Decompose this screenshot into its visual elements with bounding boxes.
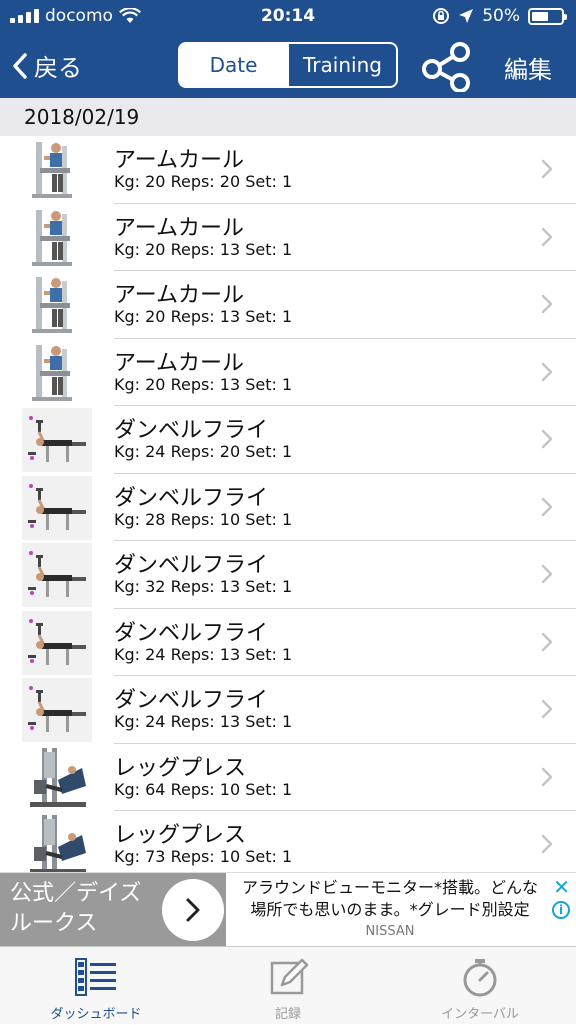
exercise-thumbnail [22,138,92,202]
exercise-detail: Kg: 24 Reps: 20 Set: 1 [114,442,293,461]
share-icon [422,42,470,93]
chevron-right-icon [541,294,553,314]
location-arrow-icon [459,9,474,23]
exercise-thumbnail [22,543,92,607]
chevron-right-icon [541,429,553,449]
edit-button[interactable]: 編集 [504,50,552,85]
stopwatch-icon [463,959,497,997]
back-label: 戻る [34,54,82,82]
exercise-thumbnail [22,206,92,270]
ad-open-button[interactable] [162,879,224,941]
list-item[interactable]: アームカール Kg: 20 Reps: 13 Set: 1 [0,271,576,339]
list-item[interactable]: ダンベルフライ Kg: 32 Reps: 13 Set: 1 [0,541,576,609]
list-item[interactable]: ダンベルフライ Kg: 24 Reps: 20 Set: 1 [0,406,576,474]
exercise-name: アームカール [114,215,245,241]
exercise-detail: Kg: 32 Reps: 13 Set: 1 [114,577,293,596]
pencil-note-icon [270,958,309,995]
list-item[interactable]: アームカール Kg: 20 Reps: 20 Set: 1 [0,136,576,204]
ad-text-line2: 場所でも思いのまま。*グレード別設定 [250,900,530,919]
chevron-right-icon [541,767,553,786]
exercise-thumbnail [22,678,92,742]
list-item[interactable]: ダンベルフライ Kg: 24 Reps: 13 Set: 1 [0,609,576,676]
exercise-detail: Kg: 20 Reps: 13 Set: 1 [114,239,293,259]
chevron-right-icon [186,898,200,922]
orientation-lock-icon [433,8,450,24]
exercise-detail: Kg: 20 Reps: 20 Set: 1 [114,172,293,191]
section-header-date: 2018/02/19 [0,98,576,136]
battery-icon [528,7,567,25]
share-button[interactable] [418,40,476,93]
battery-percent: 50% [482,6,520,26]
exercise-thumbnail [22,408,92,472]
chevron-right-icon [541,159,553,179]
ad-text-line1: アラウンドビューモニター*搭載。どんな [241,878,538,897]
chevron-right-icon [541,564,553,584]
tab-interval[interactable]: インターバル [384,947,576,1025]
exercise-name: ダンベルフライ [114,620,269,646]
workout-list: アームカール Kg: 20 Reps: 20 Set: 1 アームカール Kg: 20… [0,136,576,872]
chevron-left-icon [13,52,27,79]
exercise-name: アームカール [114,148,245,173]
chevron-right-icon [541,632,553,651]
chevron-right-icon [541,699,553,719]
view-segmented-control: Date Training [178,42,398,88]
back-button[interactable]: 戻る [12,48,82,83]
ad-close-icon[interactable]: ✕ [553,875,570,899]
dashboard-icon [75,958,116,996]
tab-dashboard[interactable]: ダッシュボード [0,947,192,1025]
exercise-name: アームカール [114,350,245,376]
exercise-detail: Kg: 24 Reps: 13 Set: 1 [114,644,293,664]
exercise-detail: Kg: 20 Reps: 13 Set: 1 [114,307,293,326]
list-item[interactable]: アームカール Kg: 20 Reps: 13 Set: 1 [0,204,576,271]
chevron-right-icon [541,227,553,246]
exercise-name: レッグプレス [114,755,247,781]
exercise-thumbnail [22,475,92,540]
list-item[interactable]: レッグプレス Kg: 73 Reps: 10 Set: 1 [0,811,576,872]
exercise-thumbnail [22,273,92,337]
exercise-thumbnail [22,746,92,810]
chevron-right-icon [541,834,553,854]
list-item[interactable]: ダンベルフライ Kg: 24 Reps: 13 Set: 1 [0,676,576,744]
exercise-thumbnail [22,610,92,675]
list-item[interactable]: ダンベルフライ Kg: 28 Reps: 10 Set: 1 [0,474,576,541]
ad-sponsor: NISSAN [365,924,415,939]
navigation-bar: 戻る Date Training 編集 [0,34,576,98]
exercise-name: ダンベルフライ [114,553,269,578]
exercise-name: ダンベルフライ [114,485,269,511]
list-item[interactable]: アームカール Kg: 20 Reps: 13 Set: 1 [0,339,576,406]
exercise-detail: Kg: 73 Reps: 10 Set: 1 [114,847,293,866]
chevron-right-icon [541,497,553,516]
status-bar: docomo 20:14 50% [0,0,576,34]
tab-record[interactable]: 記録 [192,947,384,1025]
exercise-name: ダンベルフライ [114,688,269,713]
exercise-detail: Kg: 64 Reps: 10 Set: 1 [114,779,293,799]
exercise-thumbnail [22,813,92,872]
ad-info-icon[interactable]: i [552,901,570,919]
exercise-thumbnail [22,341,92,405]
chevron-right-icon [541,362,553,381]
tab-interval-label: インターバル [441,1007,519,1022]
segment-date[interactable]: Date [180,44,287,86]
exercise-detail: Kg: 28 Reps: 10 Set: 1 [114,509,293,529]
ad-banner[interactable]: 公式／デイズ ルークス アラウンドビューモニター*搭載。どんな 場所でも思いのま… [0,872,576,947]
list-item[interactable]: レッグプレス Kg: 64 Reps: 10 Set: 1 [0,744,576,811]
exercise-detail: Kg: 20 Reps: 13 Set: 1 [114,374,293,394]
exercise-name: レッグプレス [114,823,247,848]
exercise-name: ダンベルフライ [114,418,269,443]
tab-record-label: 記録 [274,1007,301,1022]
tab-dashboard-label: ダッシュボード [50,1007,142,1022]
exercise-detail: Kg: 24 Reps: 13 Set: 1 [114,712,293,731]
segment-training[interactable]: Training [287,44,396,86]
tab-bar: ダッシュボード 記録 インターバル [0,946,576,1024]
ad-body: アラウンドビューモニター*搭載。どんな 場所でも思いのまま。*グレード別設定 N… [232,877,548,943]
exercise-name: アームカール [114,283,245,308]
